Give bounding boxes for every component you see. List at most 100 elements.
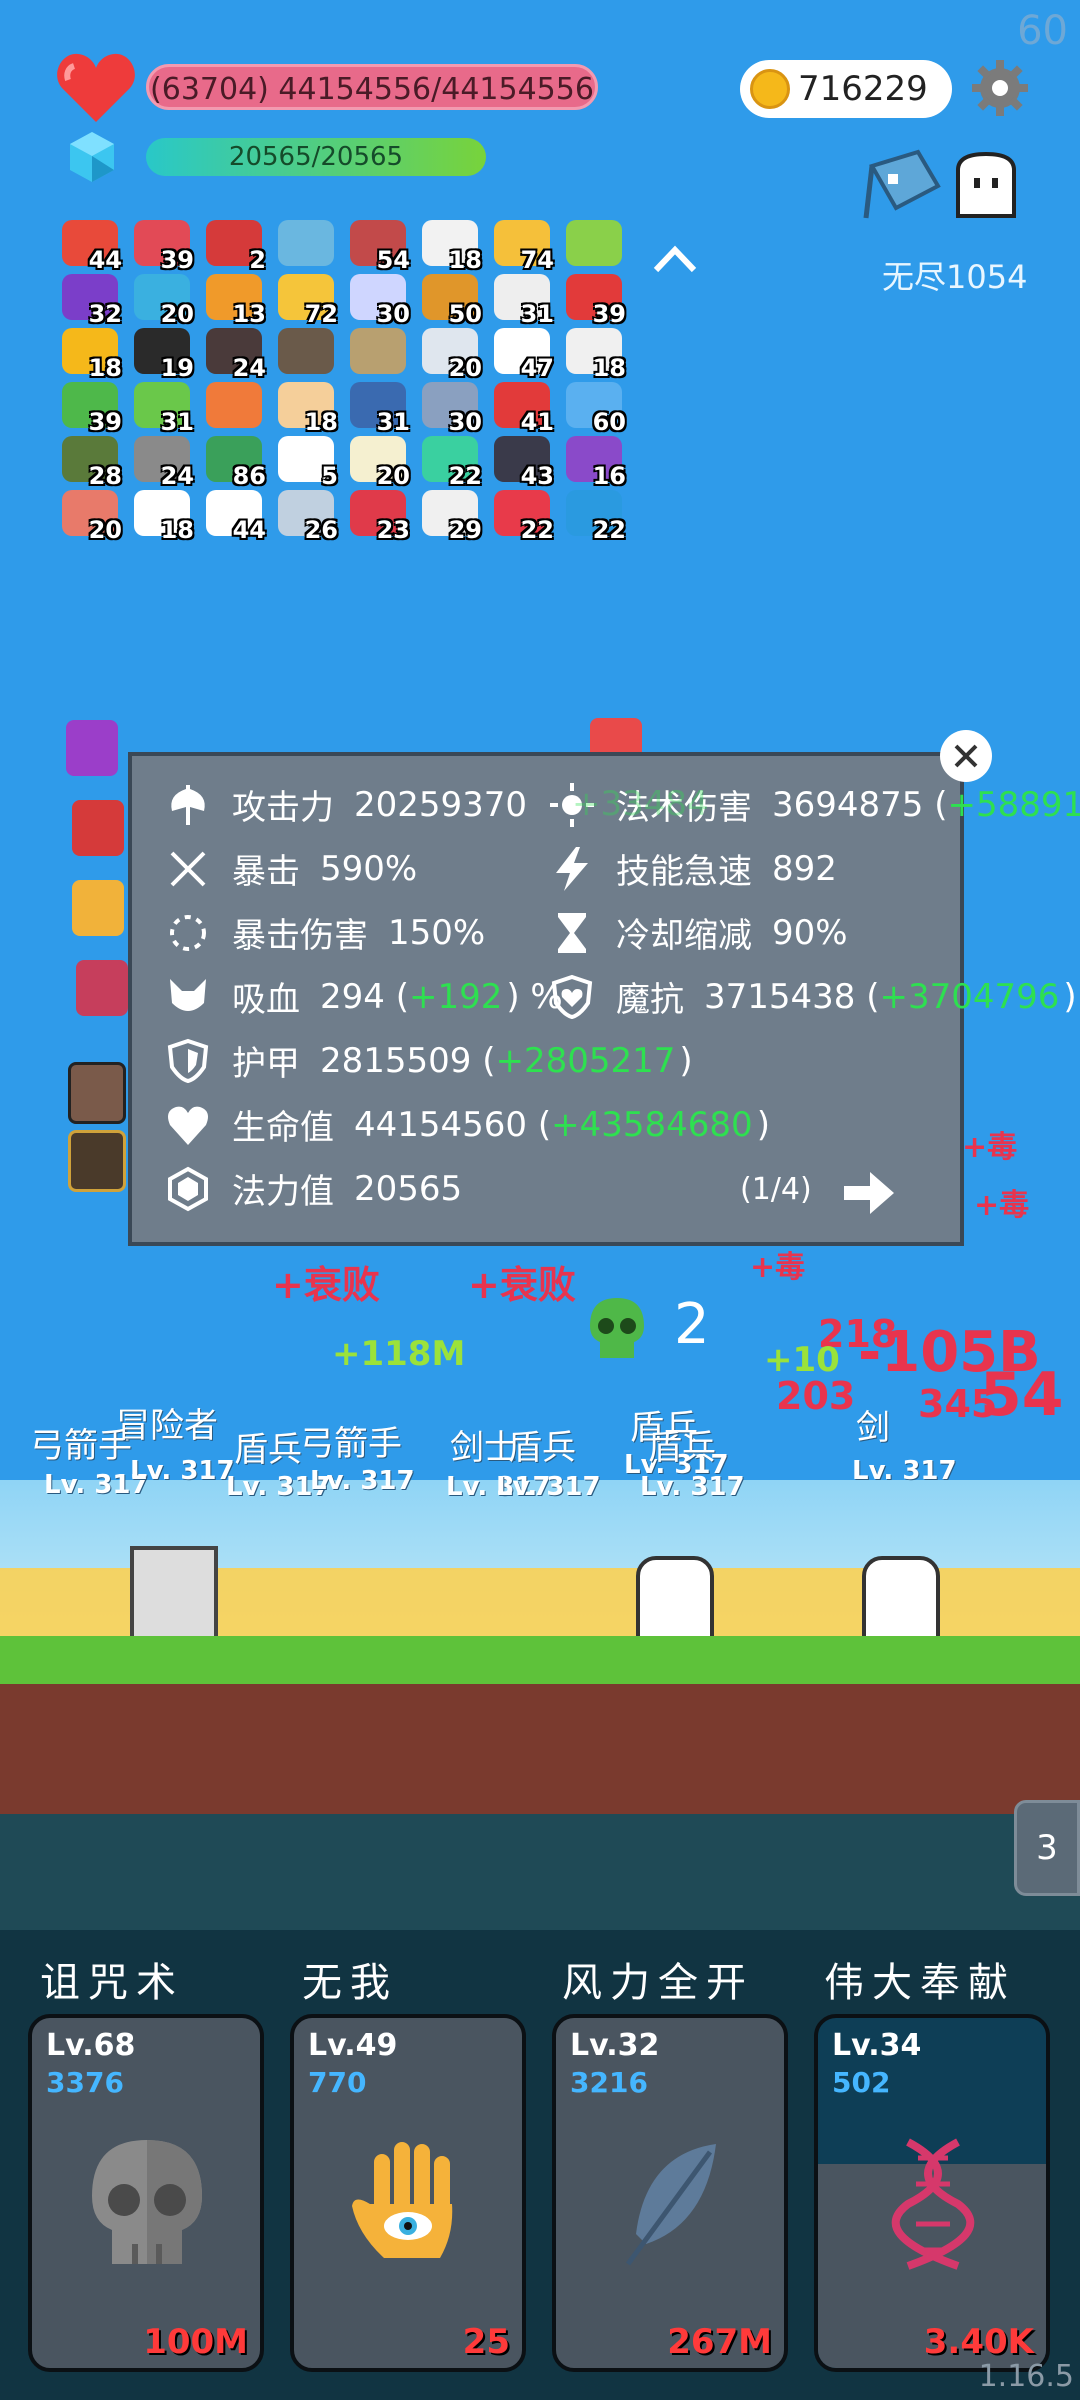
sock-icon[interactable]: 41 [494,382,554,436]
paper-scroll-icon[interactable]: 13 [206,274,266,328]
jar-icon[interactable]: 54 [350,220,410,274]
watermelon-icon[interactable]: 39 [134,220,194,274]
collapse-caret-icon[interactable] [650,238,700,278]
purple-shield-icon[interactable]: 16 [566,436,626,490]
stat-label: 攻击力 [232,788,334,828]
water-layer [0,1814,1080,1934]
star-card-icon[interactable]: 60 [566,382,626,436]
item-count: 20 [448,354,482,382]
item-count: 30 [448,408,482,436]
skill-card-great-devotion[interactable]: Lv.34 502 3.40K [814,2014,1050,2372]
cauldron-icon[interactable]: 19 [134,328,194,382]
skill-card-curse[interactable]: Lv.68 3376 100M [28,2014,264,2372]
item-count: 18 [592,354,626,382]
ghost-avatar-icon[interactable] [950,150,1022,222]
meat-icon[interactable]: 20 [62,490,122,544]
hat-icon[interactable]: 32 [62,274,122,328]
item-count: 24 [232,354,266,382]
stat-row: 技能急速 892 [548,844,841,893]
scroll-icon[interactable]: 20 [134,274,194,328]
close-button[interactable] [940,730,992,782]
pill-icon[interactable]: 18 [134,490,194,544]
torch-icon[interactable] [206,382,262,428]
stat-label: 冷却缩减 [616,916,752,956]
item-count: 22 [520,516,554,544]
stat-suffix: ) [756,1104,770,1145]
speech-icon[interactable]: 22 [566,490,626,544]
fish-flag-icon[interactable] [862,146,946,222]
item-sword-card[interactable] [68,1062,126,1124]
unit-name: 盾兵 [508,1428,576,1468]
unit-level: Lv. 317 [130,1456,235,1486]
apple-icon[interactable]: 44 [62,220,122,274]
floating-combat-text: +衰败 [272,1263,380,1307]
grenade-icon[interactable]: 28 [62,436,122,490]
mana-gem-icon [70,132,114,182]
cloud-icon[interactable]: 29 [422,490,482,544]
unit-name: 冒险者 [116,1406,218,1446]
lightning-icon [556,846,588,891]
item-count: 19 [160,354,194,382]
crown-icon[interactable]: 72 [278,274,338,328]
mushroom-icon[interactable]: 39 [566,274,626,328]
cards-icon[interactable]: 31 [494,274,554,328]
envelope-icon[interactable]: 20 [422,328,482,382]
wave-tab[interactable]: 3 [1014,1800,1080,1896]
hand-icon[interactable]: 18 [278,382,338,436]
item-count: 50 [448,300,482,328]
item-count: 5 [321,462,338,490]
magnet-icon[interactable]: 2 [206,220,266,274]
item-orb[interactable] [66,720,118,776]
mustache-icon[interactable]: 31 [350,382,410,436]
item-count: 22 [448,462,482,490]
item-flag[interactable] [72,880,124,936]
shield-icon[interactable]: 30 [422,382,482,436]
stat-row: 攻击力 20259370 [164,780,531,829]
ghost-icon[interactable]: 44 [206,490,266,544]
axe-icon [171,784,205,825]
item-red-shield[interactable] [72,800,124,856]
tome-icon[interactable]: 50 [422,274,482,328]
lime-icon[interactable]: 31 [134,382,194,436]
dice-icon[interactable]: 18 [566,328,626,382]
clipboard-icon[interactable]: 18 [422,220,482,274]
item-count: 23 [376,516,410,544]
potion-icon[interactable] [350,328,406,374]
egg-icon[interactable]: 20 [350,436,410,490]
item-count: 13 [232,300,266,328]
flower-icon[interactable]: 47 [494,328,554,382]
bulb-icon[interactable]: 26 [278,490,338,544]
compass-icon[interactable]: 24 [134,436,194,490]
spirit-icon[interactable]: 22 [422,436,482,490]
skill-card-selfless[interactable]: Lv.49 770 25 [290,2014,526,2372]
sunflower-icon[interactable]: 18 [62,328,122,382]
goblin-icon[interactable]: 39 [62,382,122,436]
crit-damage-icon [170,914,206,951]
version-label: 1.16.5 [978,2359,1074,2394]
tombstone-icon[interactable]: 24 [206,328,266,382]
settings-gear-icon[interactable] [970,58,1030,118]
stat-row: 护甲 2815509 (+2805217) [164,1036,693,1085]
stat-label: 法力值 [232,1172,334,1212]
stat-value: 3694875 ( [772,784,948,825]
skill-card-full-wind[interactable]: Lv.32 3216 267M [552,2014,788,2372]
stat-row: 暴击伤害 150% [164,908,489,957]
skill-name-3: 风力全开 [562,1960,754,2006]
magnifier-icon[interactable] [278,220,334,266]
heart-item-icon[interactable]: 22 [494,490,554,544]
unit-level: Lv. 317 [496,1472,601,1502]
mortar-icon[interactable] [278,328,334,374]
eraser-icon[interactable]: 30 [350,274,410,328]
floating-combat-text: +毒 [974,1188,1030,1223]
item-dark-card[interactable] [68,1130,126,1192]
next-page-arrow-icon[interactable] [840,1168,896,1218]
floating-combat-text: +衰败 [468,1263,576,1307]
cash-icon[interactable]: 86 [206,436,266,490]
item-flask[interactable] [76,960,128,1016]
stat-value: 150% [388,912,486,953]
bat-icon[interactable]: 43 [494,436,554,490]
book-icon[interactable] [566,220,622,266]
sun-icon[interactable]: 74 [494,220,554,274]
chat-icon[interactable]: 5 [278,436,338,490]
strawberry-icon[interactable]: 23 [350,490,410,544]
